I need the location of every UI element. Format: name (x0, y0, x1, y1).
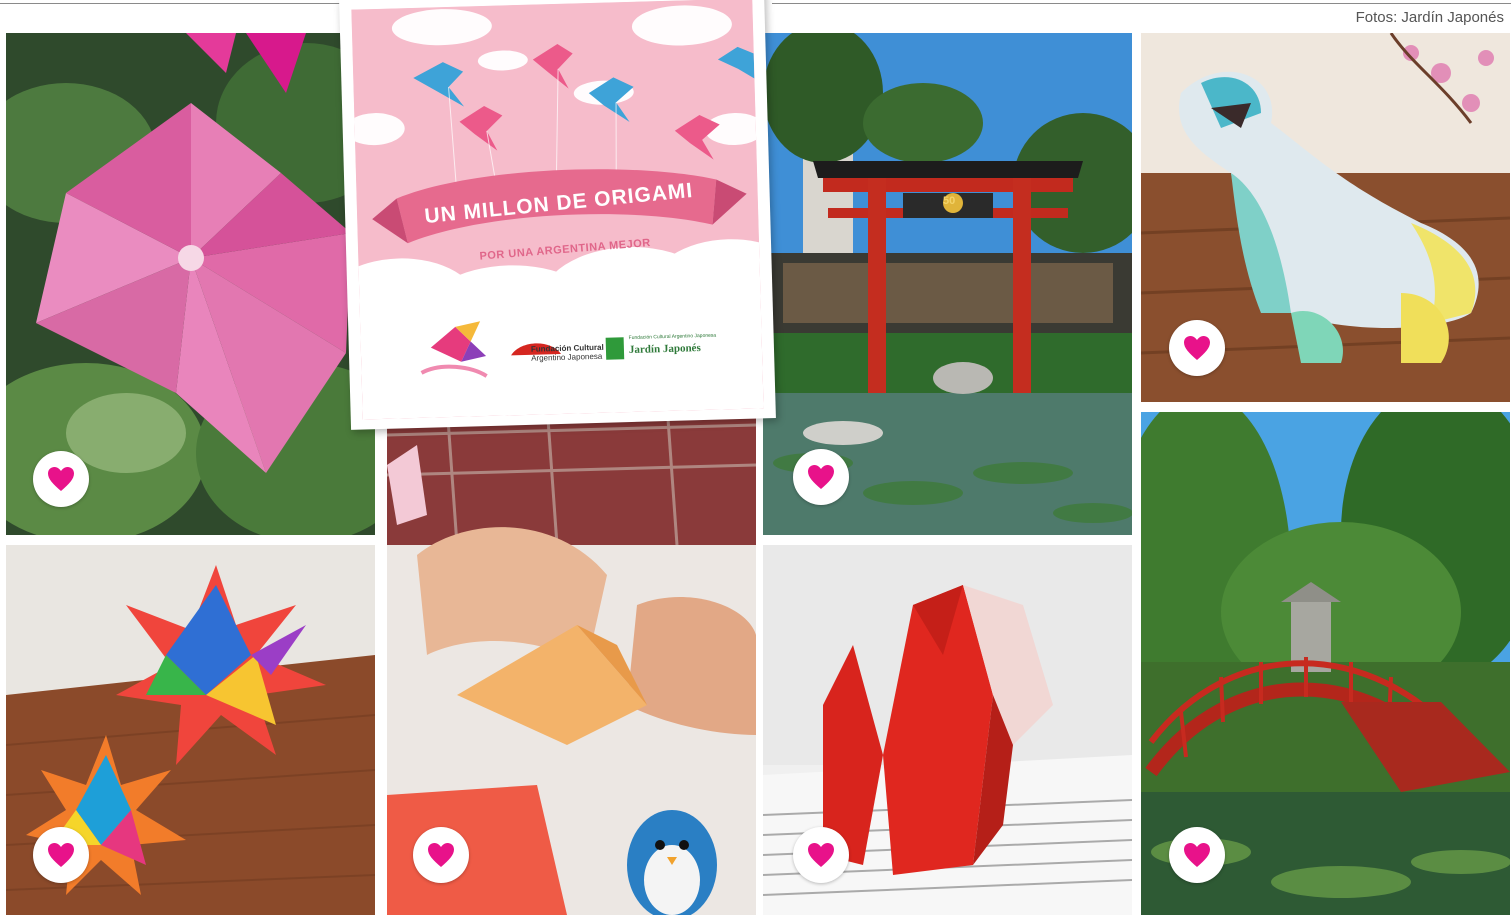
like-button-dinosaur[interactable] (1169, 320, 1225, 376)
like-button-bridge[interactable] (1169, 827, 1225, 883)
top-rule-left (0, 3, 345, 4)
heart-icon (1184, 843, 1210, 867)
heart-icon (1184, 336, 1210, 360)
photo-credit: Fotos: Jardín Japonés (1355, 9, 1504, 26)
org2-name: Jardín Japonés (628, 342, 701, 357)
top-rule-right (772, 3, 1511, 4)
like-button-dog[interactable] (793, 827, 849, 883)
like-button-hands[interactable] (413, 827, 469, 883)
heart-icon (48, 467, 74, 491)
like-button-stars[interactable] (33, 827, 89, 883)
like-button-torii[interactable] (793, 449, 849, 505)
gate-badge: 50 (943, 195, 956, 207)
campaign-poster: UN MILLON DE ORIGAMI POR UNA ARGENTINA M… (339, 0, 776, 430)
heart-icon (428, 843, 454, 867)
heart-icon (48, 843, 74, 867)
heart-icon (808, 465, 834, 489)
poster-artwork: UN MILLON DE ORIGAMI POR UNA ARGENTINA M… (351, 0, 764, 420)
heart-icon (808, 843, 834, 867)
like-button-pinwheel[interactable] (33, 451, 89, 507)
